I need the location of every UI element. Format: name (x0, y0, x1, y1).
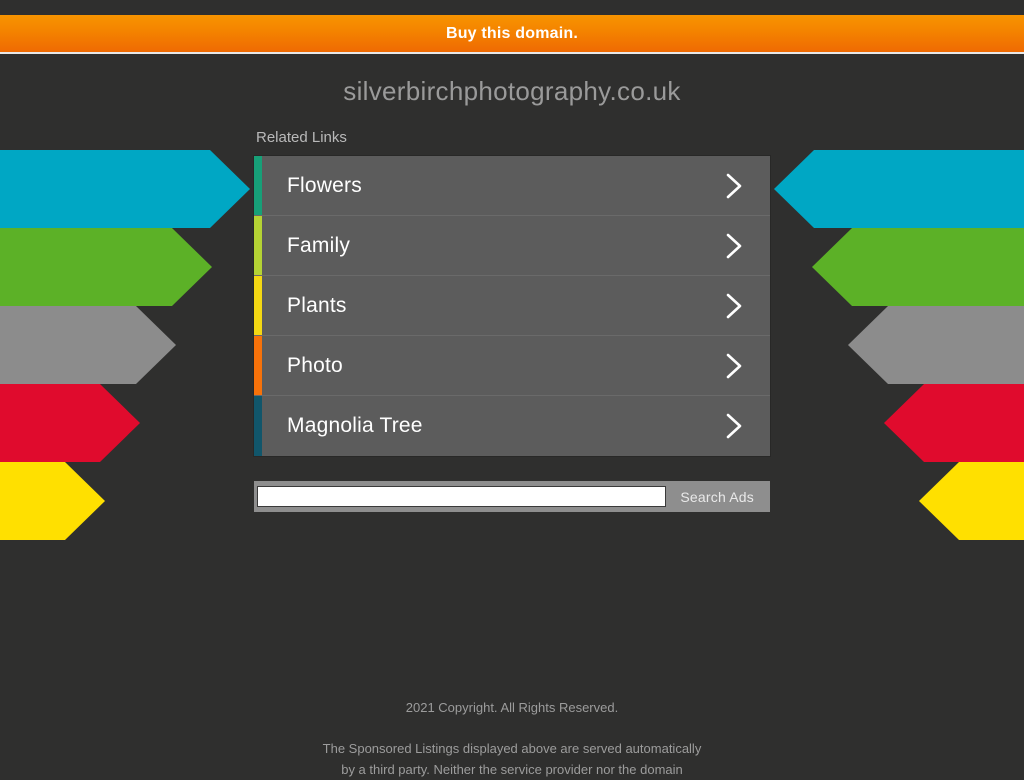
chevron-right-icon[interactable] (723, 230, 770, 262)
related-link-label: Magnolia Tree (287, 414, 423, 437)
chevron-right-icon[interactable] (723, 290, 770, 322)
related-link-label: Plants (287, 293, 347, 317)
related-link-row-family[interactable]: Family (254, 216, 770, 276)
decor-arrow-gray (0, 306, 176, 384)
related-links-heading: Related Links (256, 129, 347, 146)
decor-arrow-green (0, 228, 212, 306)
decor-arrow-green (812, 228, 1024, 306)
search-ads-button[interactable]: Search Ads (666, 482, 768, 511)
chevron-right-icon[interactable] (723, 170, 770, 202)
accent-bar (254, 156, 262, 215)
related-link-row-photo[interactable]: Photo (254, 336, 770, 396)
related-link-row-plants[interactable]: Plants (254, 276, 770, 336)
related-link-label: Flowers (287, 173, 362, 197)
decorative-arrows-right (764, 150, 1024, 560)
related-links-list: Flowers Family Plants Photo Magnolia Tre… (254, 156, 770, 456)
decor-arrows-left-svg (0, 150, 250, 540)
search-bar: Search Ads (254, 481, 770, 512)
accent-bar (254, 216, 262, 275)
footer-disclaimer-line-2: by a third party. Neither the service pr… (341, 762, 683, 777)
decor-arrows-right-svg (774, 150, 1024, 540)
search-input[interactable] (257, 486, 667, 507)
accent-bar (254, 336, 262, 395)
accent-bar (254, 276, 262, 335)
buy-domain-banner[interactable]: Buy this domain. (0, 15, 1024, 54)
footer-disclaimer-line-1: The Sponsored Listings displayed above a… (322, 741, 702, 756)
main-content: silverbirchphotography.co.uk Related Lin… (254, 54, 770, 512)
related-link-label: Family (287, 233, 351, 257)
decor-arrow-cyan (0, 150, 250, 228)
decor-arrow-red (884, 384, 1024, 462)
accent-bar (254, 396, 262, 456)
decorative-arrows-left (0, 150, 260, 560)
chevron-right-icon[interactable] (723, 410, 770, 442)
domain-title: silverbirchphotography.co.uk (343, 76, 681, 106)
decor-arrow-red (0, 384, 140, 462)
decor-arrow-gray (848, 306, 1024, 384)
buy-domain-banner-label: Buy this domain. (445, 24, 579, 42)
footer-disclaimer: The Sponsored Listings displayed above a… (0, 738, 1024, 780)
related-link-label: Photo (287, 353, 343, 377)
footer-copyright: 2021 Copyright. All Rights Reserved. (405, 700, 619, 715)
decor-arrow-yellow (919, 462, 1024, 540)
decor-arrow-yellow (0, 462, 105, 540)
chevron-right-icon[interactable] (723, 350, 770, 382)
decor-arrow-cyan (774, 150, 1024, 228)
top-spacer-strip (0, 0, 1024, 15)
page-body: { "banner": { "label": "Buy this domain.… (0, 0, 1024, 777)
related-link-row-magnolia-tree[interactable]: Magnolia Tree (254, 396, 770, 456)
related-link-row-flowers[interactable]: Flowers (254, 156, 770, 216)
